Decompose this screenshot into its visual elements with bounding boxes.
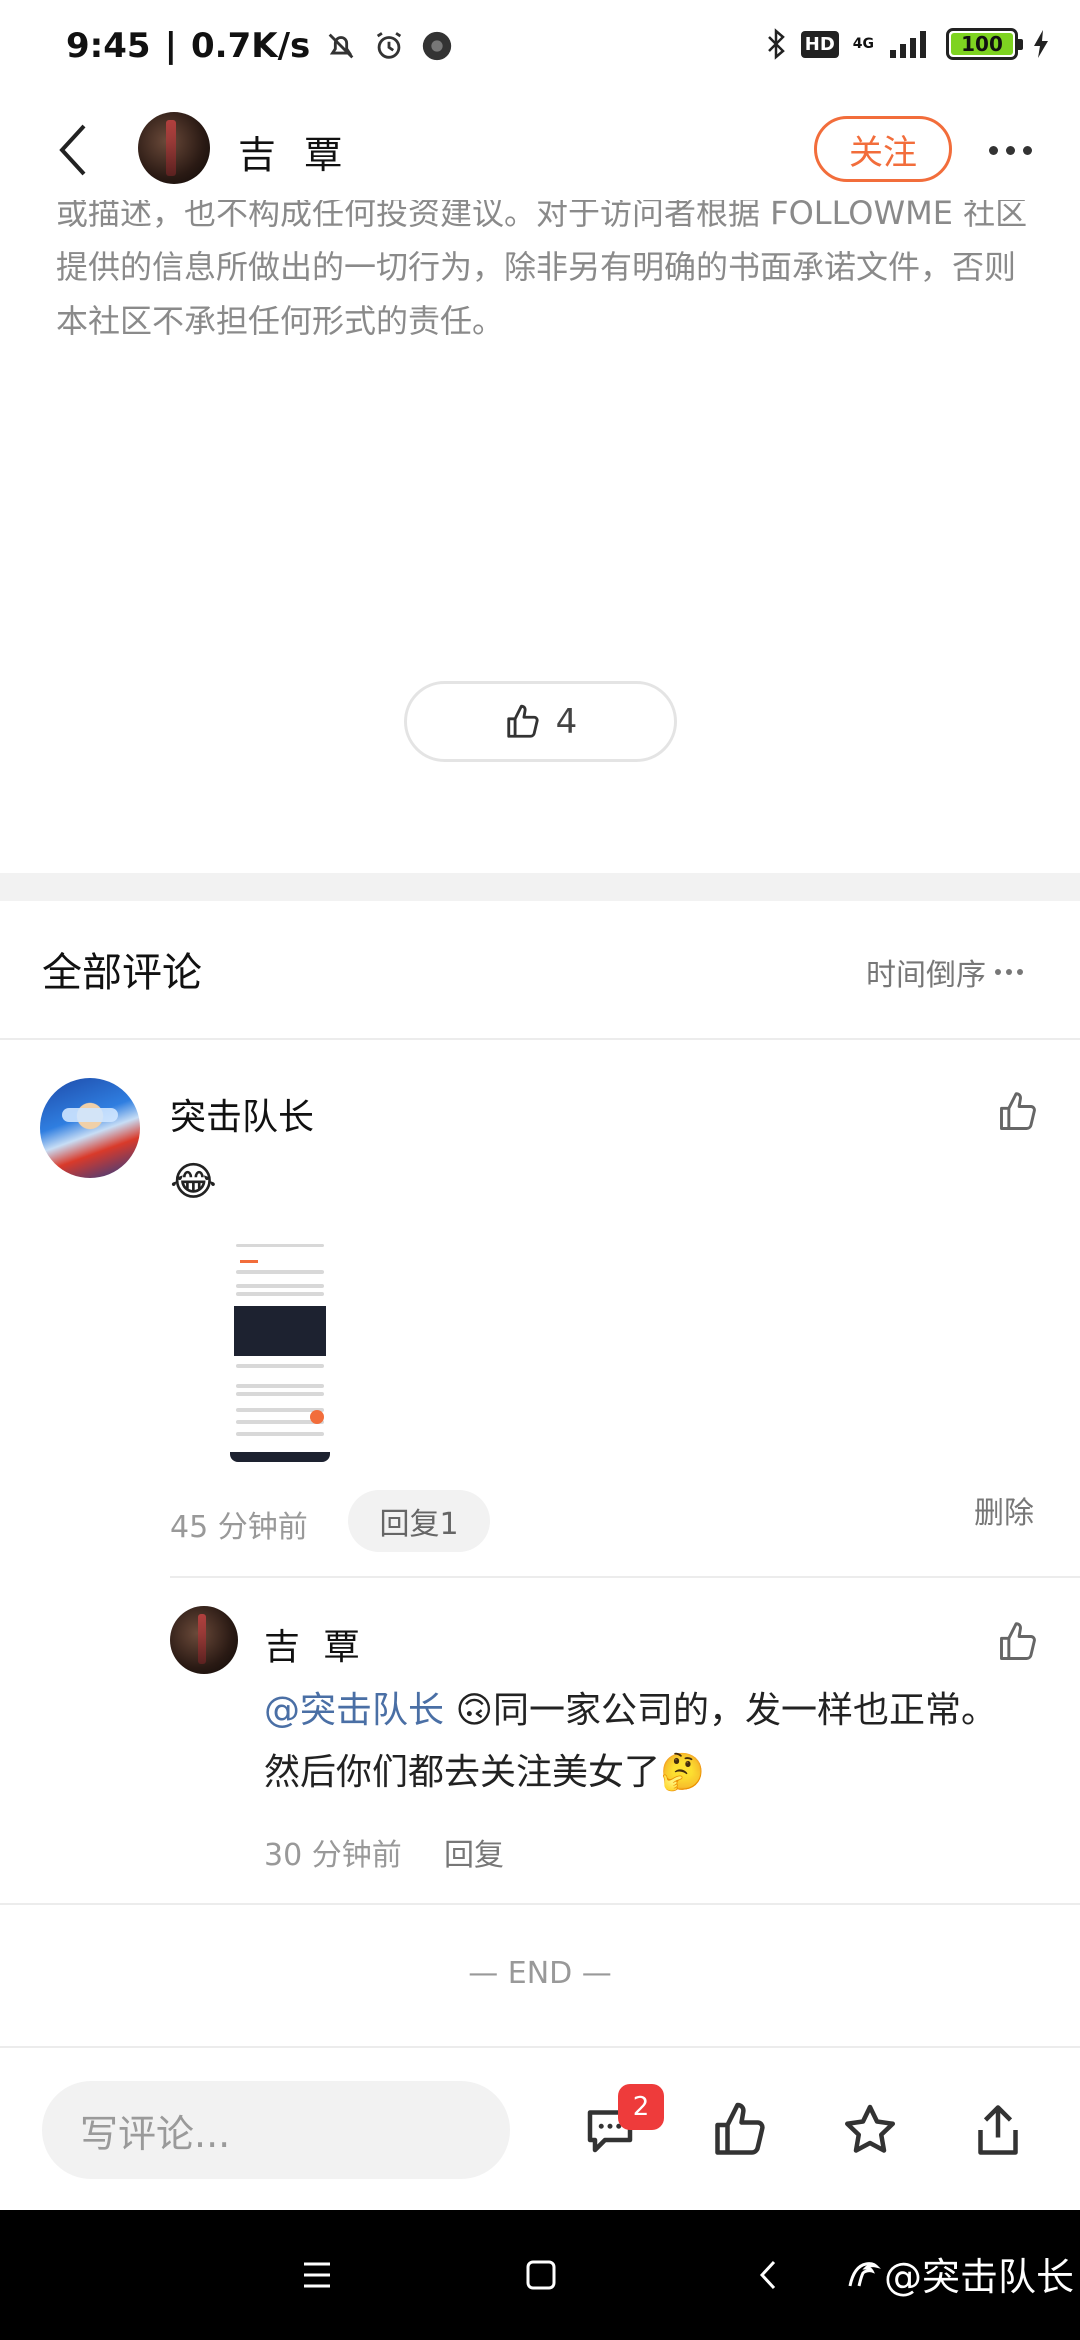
more-dots-icon <box>995 969 1023 975</box>
signal-icon <box>890 31 926 58</box>
share-icon[interactable] <box>968 2100 1028 2160</box>
sort-order-button[interactable]: 时间倒序 <box>866 950 1024 994</box>
thumbs-up-icon <box>506 704 539 738</box>
comment-like-icon[interactable] <box>996 1090 1040 1134</box>
charging-icon <box>1034 30 1048 58</box>
divider <box>0 1903 1080 1905</box>
reply-avatar[interactable] <box>170 1606 238 1674</box>
thumb-nav <box>230 1452 330 1462</box>
sort-order-label: 时间倒序 <box>866 958 986 993</box>
status-left: 9:45 | 0.7K/s <box>66 26 454 66</box>
divider <box>170 1576 1080 1578</box>
thumb-line <box>236 1270 324 1274</box>
section-divider <box>0 873 1080 901</box>
thumb-line <box>236 1292 324 1296</box>
article-like-button[interactable]: 4 <box>404 681 677 762</box>
reply-author-name[interactable]: 吉 覃 <box>264 1618 365 1670</box>
bluetooth-icon <box>767 28 785 60</box>
author-name[interactable]: 吉 覃 <box>238 124 350 179</box>
divider <box>0 1038 1080 1040</box>
more-dot-icon <box>1022 145 1032 155</box>
reply-mention-link[interactable]: @突击队长 <box>264 1690 444 1731</box>
comment-count-badge: 2 <box>618 2084 664 2130</box>
status-time: 9:45 <box>66 26 151 66</box>
commenter-name[interactable]: 突击队长 <box>170 1088 314 1140</box>
commenter-avatar[interactable] <box>40 1078 140 1178</box>
battery-icon: 100 <box>946 28 1023 60</box>
comment-time: 45 分钟前 <box>170 1510 308 1545</box>
battery-level: 100 <box>961 32 1003 56</box>
thinking-emoji: 🤔 <box>660 1752 705 1793</box>
author-avatar[interactable] <box>138 112 210 184</box>
end-marker: — END — <box>468 1956 612 1991</box>
like-count: 4 <box>555 701 578 742</box>
comments-title: 全部评论 <box>42 950 202 996</box>
back-button[interactable] <box>44 120 104 180</box>
back-arrow-icon <box>59 124 86 176</box>
bottom-action-bar: 写评论... 2 <box>0 2046 1080 2210</box>
laughing-emoji: 😂 <box>170 1159 217 1205</box>
comment-input[interactable]: 写评论... <box>42 2081 510 2179</box>
thumb-accent <box>240 1260 258 1263</box>
network-speed: 0.7K/s <box>191 26 311 66</box>
favorite-star-icon[interactable] <box>840 2100 900 2160</box>
home-icon[interactable] <box>516 2250 566 2300</box>
article-disclaimer: FOLLOWME 的任何观点及立场，且不代表 FOLLOWME 同意其说法 或描… <box>56 166 1036 348</box>
upside-down-emoji: 🙃 <box>455 1690 493 1731</box>
thumb-line <box>236 1432 324 1436</box>
status-right: HD 4G 100 <box>765 28 1050 60</box>
thumb-dark-block <box>234 1306 326 1356</box>
alarm-clock-icon <box>377 32 402 59</box>
status-bar: 9:45 | 0.7K/s HD 4G 100 <box>0 0 1080 100</box>
thumb-line <box>236 1384 324 1388</box>
hd-badge: HD <box>800 30 839 58</box>
more-dot-icon <box>1005 145 1015 155</box>
top-bar: 吉 覃 关注 <box>0 100 1080 200</box>
comment-reply-button[interactable]: 回复1 <box>348 1490 490 1552</box>
follow-button[interactable]: 关注 <box>814 116 952 182</box>
thumb-line <box>236 1364 324 1368</box>
watermark: @突击队长 <box>842 2246 1074 2301</box>
thumb-line <box>236 1392 324 1396</box>
reply-time: 30 分钟前 <box>264 1838 402 1873</box>
more-options-button[interactable] <box>980 130 1040 170</box>
more-dot-icon <box>988 145 998 155</box>
reply-like-icon[interactable] <box>996 1620 1040 1664</box>
thumb-fab <box>310 1410 324 1424</box>
thumb-line <box>236 1244 324 1247</box>
network-type: 4G <box>852 36 874 52</box>
watermark-logo-icon <box>848 2261 881 2286</box>
comment-delete-button[interactable]: 删除 <box>974 1488 1034 1532</box>
thumb-line <box>236 1284 324 1288</box>
reply-text: @突击队长 🙃同一家公司的，发一样也正常。然后你们都去关注美女了🤔 <box>264 1680 1004 1804</box>
mute-bell-icon <box>328 33 354 59</box>
status-separator: | <box>164 26 177 66</box>
watermark-text: @突击队长 <box>884 2255 1075 2299</box>
comment-image-thumbnail[interactable] <box>230 1240 330 1462</box>
reply-reply-button[interactable]: 回复 <box>444 1830 504 1874</box>
menu-icon[interactable] <box>292 2250 342 2300</box>
app-notification-icon <box>423 31 452 61</box>
nav-back-icon[interactable] <box>744 2250 794 2300</box>
like-icon[interactable] <box>710 2100 770 2160</box>
